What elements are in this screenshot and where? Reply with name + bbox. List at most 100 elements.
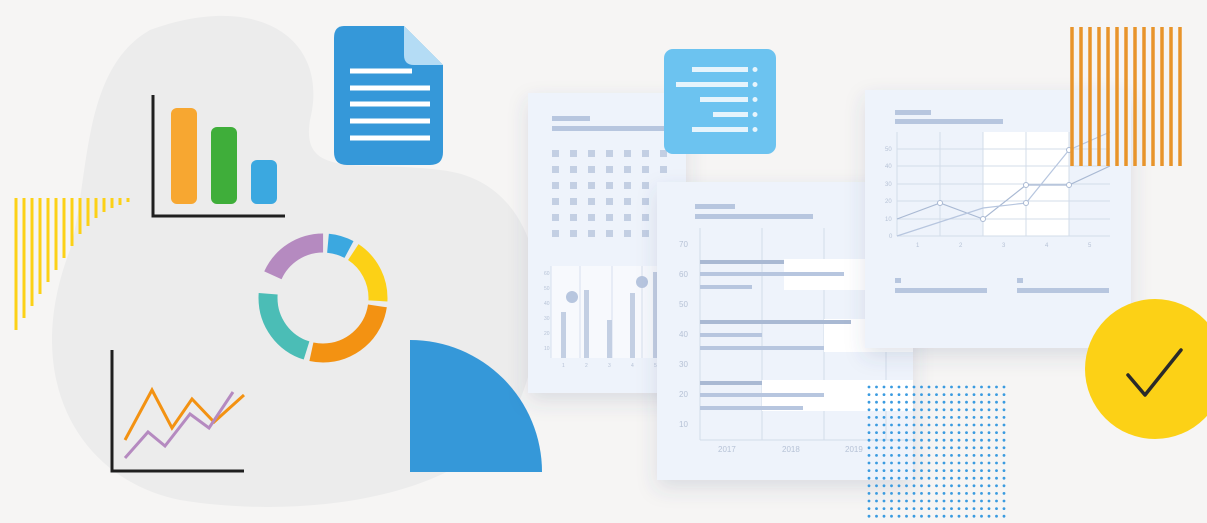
dot (950, 385, 953, 389)
dot (942, 438, 946, 442)
dot (882, 431, 886, 434)
dot (882, 492, 886, 495)
dot (950, 469, 953, 472)
dot (920, 416, 923, 419)
dot (972, 476, 976, 480)
dot (995, 514, 998, 518)
dot (875, 438, 878, 442)
tick-label: 2 (585, 363, 588, 369)
dot (935, 393, 938, 396)
tick-label: 10 (885, 217, 892, 223)
dot (882, 469, 886, 472)
dot (987, 476, 991, 480)
dot (987, 431, 991, 434)
dot (965, 461, 968, 465)
tick-label: 40 (885, 164, 892, 170)
dot (1002, 385, 1006, 389)
dot (905, 446, 908, 450)
dot (890, 461, 893, 465)
dot (957, 400, 961, 404)
dot (920, 400, 923, 404)
dot (957, 423, 961, 427)
dot (867, 438, 871, 442)
dot (980, 454, 983, 457)
dot (935, 446, 938, 450)
dot (882, 438, 886, 442)
dot (1002, 476, 1006, 480)
dot (927, 385, 931, 389)
dot (980, 416, 983, 419)
dot (995, 461, 998, 465)
tick-label: 30 (544, 316, 550, 322)
dot (875, 499, 878, 503)
dot (995, 469, 998, 472)
dot (905, 423, 908, 427)
dot (905, 461, 908, 465)
dot (957, 461, 961, 465)
dot (950, 446, 953, 450)
dot (927, 454, 931, 457)
dot (935, 469, 938, 472)
tick-label: 20 (679, 390, 688, 399)
dot (972, 408, 976, 412)
dot (912, 408, 916, 412)
dot (1002, 499, 1006, 503)
dot (890, 492, 893, 495)
tick-label: 50 (885, 147, 892, 153)
dot (920, 446, 923, 450)
dot (987, 507, 991, 510)
dot (897, 393, 901, 396)
dot (927, 469, 931, 472)
dot (935, 385, 938, 389)
dot (980, 484, 983, 488)
dot (875, 431, 878, 434)
tick-label: 10 (544, 346, 550, 352)
dot (897, 446, 901, 450)
dot (995, 446, 998, 450)
tick-label: 30 (885, 182, 892, 188)
dot (957, 484, 961, 488)
dot (875, 454, 878, 457)
tick-label: 60 (544, 271, 550, 277)
dot (980, 514, 983, 518)
dot (897, 461, 901, 465)
dot (897, 423, 901, 427)
dot (905, 514, 908, 518)
dot (965, 416, 968, 419)
tick-label: 2019 (845, 445, 863, 454)
dot (987, 499, 991, 503)
dot (897, 416, 901, 419)
dot (935, 454, 938, 457)
dot (995, 492, 998, 495)
dot (987, 446, 991, 450)
dot (905, 492, 908, 495)
dot (950, 484, 953, 488)
dot (987, 393, 991, 396)
dot (980, 385, 983, 389)
dot (957, 499, 961, 503)
dot (942, 423, 946, 427)
dot (935, 507, 938, 510)
dot (950, 416, 953, 419)
dot (957, 385, 961, 389)
dot (1002, 400, 1006, 404)
dot (927, 438, 931, 442)
dot (942, 454, 946, 457)
dot (935, 484, 938, 488)
dot (957, 507, 961, 510)
dot (1002, 423, 1006, 427)
dot (927, 423, 931, 427)
dot (980, 400, 983, 404)
dot (942, 499, 946, 503)
dot (965, 499, 968, 503)
dot (867, 461, 871, 465)
dot (927, 408, 931, 412)
tick-label: 30 (679, 360, 688, 369)
dot (867, 431, 871, 434)
dot (875, 393, 878, 396)
dot (935, 408, 938, 412)
dot (935, 461, 938, 465)
dot (950, 400, 953, 404)
dot (942, 514, 946, 518)
dot (980, 446, 983, 450)
